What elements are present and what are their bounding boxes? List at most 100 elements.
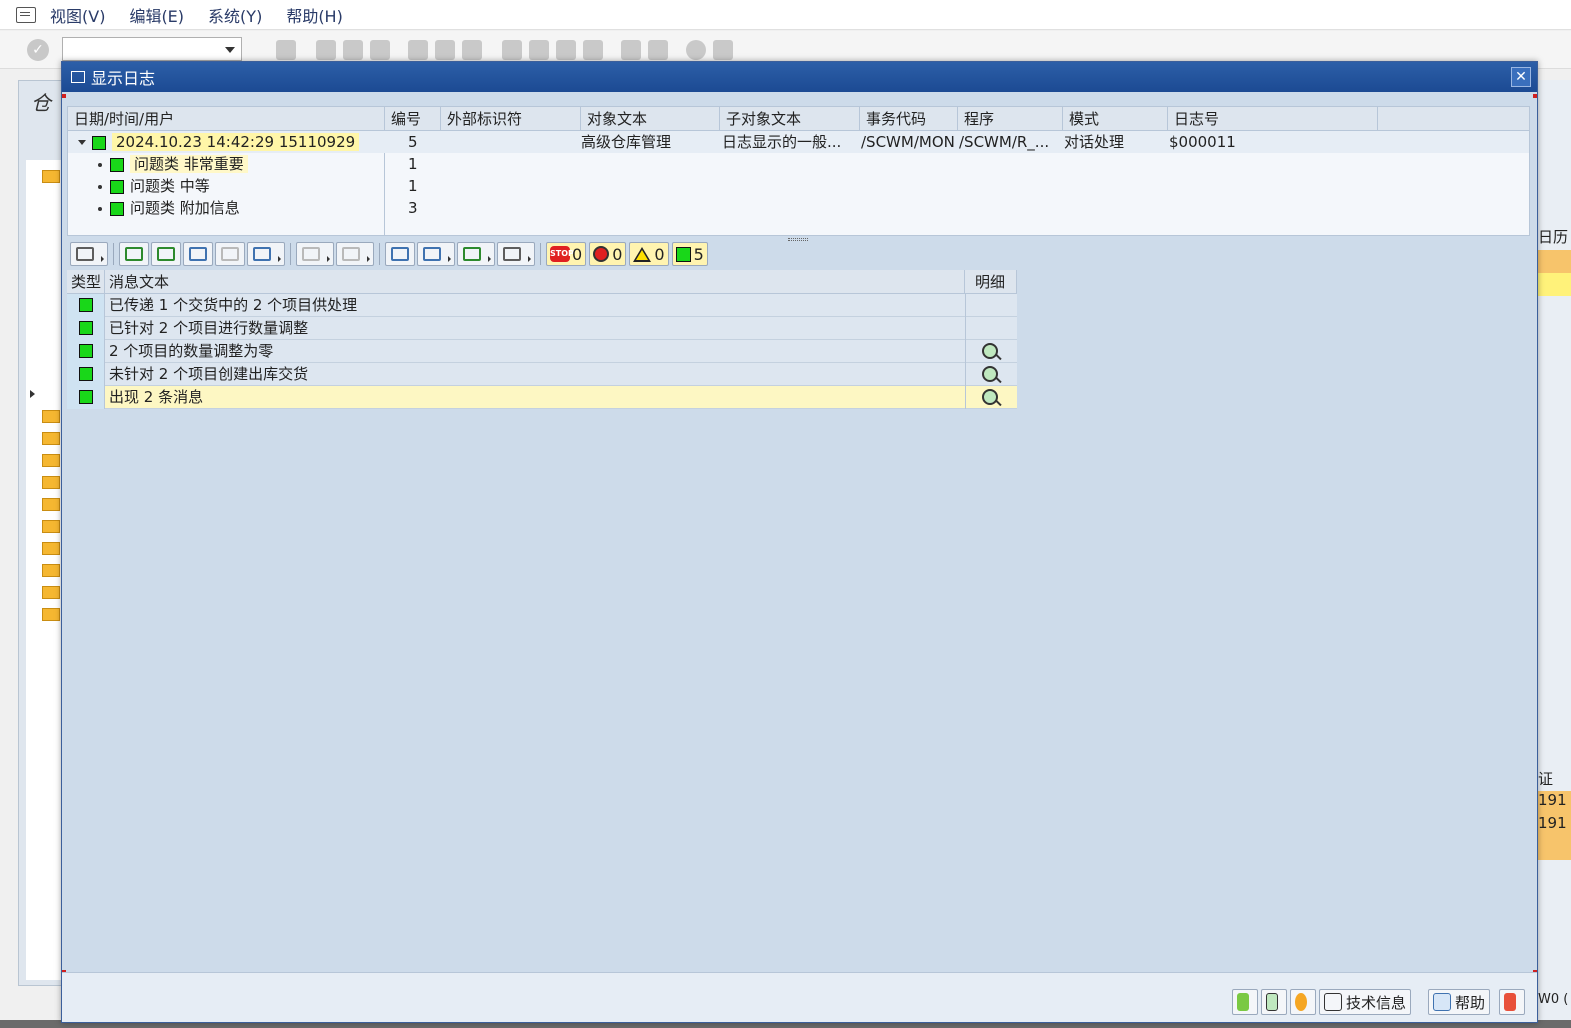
new-session-icon[interactable] <box>621 40 641 60</box>
detail-magnifier-icon[interactable] <box>982 389 998 405</box>
folder-icon[interactable] <box>42 564 60 577</box>
col-message-text[interactable]: 消息文本 <box>105 270 965 294</box>
detail-magnifier-icon[interactable] <box>982 366 998 382</box>
dialog-titlebar[interactable]: 显示日志 ✕ <box>62 62 1537 92</box>
help-book-icon <box>1433 993 1451 1011</box>
help-icon[interactable] <box>686 40 706 60</box>
folder-icon[interactable] <box>42 410 60 423</box>
background-column-label: 证 <box>1538 770 1554 788</box>
print-icon <box>391 247 409 261</box>
sum-button[interactable] <box>296 242 334 266</box>
find-next-icon[interactable] <box>462 40 482 60</box>
log-tree-table: 日期/时间/用户 编号 外部标识符 对象文本 子对象文本 事务代码 程序 模式 … <box>67 106 1530 241</box>
layout-button[interactable] <box>497 242 535 266</box>
folder-icon[interactable] <box>42 454 60 467</box>
col-mode[interactable]: 模式 <box>1063 107 1168 131</box>
col-object-text[interactable]: 对象文本 <box>581 107 720 131</box>
success-status-icon <box>110 201 124 216</box>
message-row[interactable]: 未针对 2 个项目创建出库交货 <box>67 363 1017 386</box>
print-button[interactable] <box>385 242 415 266</box>
stop-count-button[interactable]: STOP 0 <box>546 242 587 266</box>
problem-class-row[interactable]: 问题类 附加信息 3 <box>68 197 1529 219</box>
sort-ascending-button[interactable] <box>119 242 149 266</box>
message-row[interactable]: 2 个项目的数量调整为零 <box>67 340 1017 363</box>
dropdown-arrow-icon <box>278 256 281 262</box>
col-log-number[interactable]: 日志号 <box>1168 107 1378 131</box>
problem-class-row[interactable]: 问题类 中等 1 <box>68 175 1529 197</box>
views-button[interactable] <box>417 242 455 266</box>
background-title: 仓 <box>31 91 51 115</box>
find-button[interactable] <box>183 242 213 266</box>
print-icon[interactable] <box>408 40 428 60</box>
detail-cell <box>965 294 1017 317</box>
problem-class-row[interactable]: 问题类 非常重要 1 <box>68 153 1529 175</box>
message-row[interactable]: 已传递 1 个交货中的 2 个项目供处理 <box>67 294 1017 317</box>
col-subobject-text[interactable]: 子对象文本 <box>720 107 860 131</box>
previous-page-icon[interactable] <box>529 40 549 60</box>
folder-icon[interactable] <box>42 586 60 599</box>
folder-icon[interactable] <box>42 476 60 489</box>
cancel-button[interactable] <box>1499 989 1525 1015</box>
col-number[interactable]: 编号 <box>385 107 441 131</box>
help-question-button[interactable] <box>1290 989 1316 1015</box>
detail-cell <box>965 317 1017 340</box>
detail-button[interactable] <box>1261 989 1287 1015</box>
menu-edit[interactable]: 编辑(E) <box>129 3 184 27</box>
col-external-id[interactable]: 外部标识符 <box>441 107 581 131</box>
folder-icon[interactable] <box>42 432 60 445</box>
menu-view[interactable]: 视图(V) <box>50 3 105 27</box>
glasses-icon <box>76 247 94 261</box>
first-page-icon[interactable] <box>502 40 522 60</box>
find-next-button[interactable] <box>215 242 245 266</box>
help-button[interactable]: 帮助 <box>1428 989 1491 1015</box>
technical-info-label: 技术信息 <box>1346 993 1407 1012</box>
folder-icon[interactable] <box>42 498 60 511</box>
exit-icon[interactable] <box>343 40 363 60</box>
back-icon[interactable] <box>316 40 336 60</box>
filter-button[interactable] <box>247 242 285 266</box>
col-datetime-user[interactable]: 日期/时间/用户 <box>68 107 385 131</box>
chevron-down-icon[interactable] <box>225 47 235 53</box>
menu-window-icon[interactable] <box>16 6 36 23</box>
last-page-icon[interactable] <box>583 40 603 60</box>
menu-system[interactable]: 系统(Y) <box>208 3 262 27</box>
col-detail[interactable]: 明细 <box>965 270 1017 294</box>
collapse-icon[interactable] <box>78 140 86 145</box>
save-icon[interactable] <box>276 40 296 60</box>
question-icon <box>1295 993 1307 1011</box>
folder-icon[interactable] <box>42 608 60 621</box>
next-page-icon[interactable] <box>556 40 576 60</box>
sum-icon <box>302 247 320 261</box>
sort-descending-button[interactable] <box>151 242 181 266</box>
close-button[interactable]: ✕ <box>1511 67 1531 87</box>
message-row[interactable]: 已针对 2 个项目进行数量调整 <box>67 317 1017 340</box>
message-row[interactable]: 出现 2 条消息 <box>67 386 1017 409</box>
continue-button[interactable] <box>1232 989 1258 1015</box>
col-type[interactable]: 类型 <box>67 270 105 294</box>
command-field[interactable] <box>62 37 242 61</box>
folder-icon[interactable] <box>42 520 60 533</box>
expand-icon[interactable] <box>30 390 35 398</box>
technical-info-button[interactable]: 技术信息 <box>1319 989 1412 1015</box>
success-count-button[interactable]: 5 <box>671 242 708 266</box>
detail-magnifier-icon[interactable] <box>982 343 998 359</box>
error-count-button[interactable]: 0 <box>589 242 627 266</box>
warning-count-button[interactable]: 0 <box>629 242 669 266</box>
folder-icon[interactable] <box>42 542 60 555</box>
log-row[interactable]: 2024.10.23 14:42:29 15110929 5 高级仓库管理 日志… <box>68 131 1529 153</box>
layout-icon[interactable] <box>713 40 733 60</box>
subtotal-icon <box>342 247 360 261</box>
col-tcode[interactable]: 事务代码 <box>860 107 958 131</box>
folder-icon[interactable] <box>42 170 60 183</box>
subtotal-button[interactable] <box>336 242 374 266</box>
find-icon[interactable] <box>435 40 455 60</box>
detail-view-button[interactable] <box>70 242 108 266</box>
log-number-id: $000011 <box>1169 133 1236 151</box>
export-button[interactable] <box>457 242 495 266</box>
cancel-icon[interactable] <box>370 40 390 60</box>
enter-check-icon[interactable]: ✓ <box>27 39 49 61</box>
col-program[interactable]: 程序 <box>958 107 1063 131</box>
menu-help[interactable]: 帮助(H) <box>286 3 343 27</box>
shortcut-icon[interactable] <box>648 40 668 60</box>
checkmark-icon <box>1237 993 1249 1011</box>
